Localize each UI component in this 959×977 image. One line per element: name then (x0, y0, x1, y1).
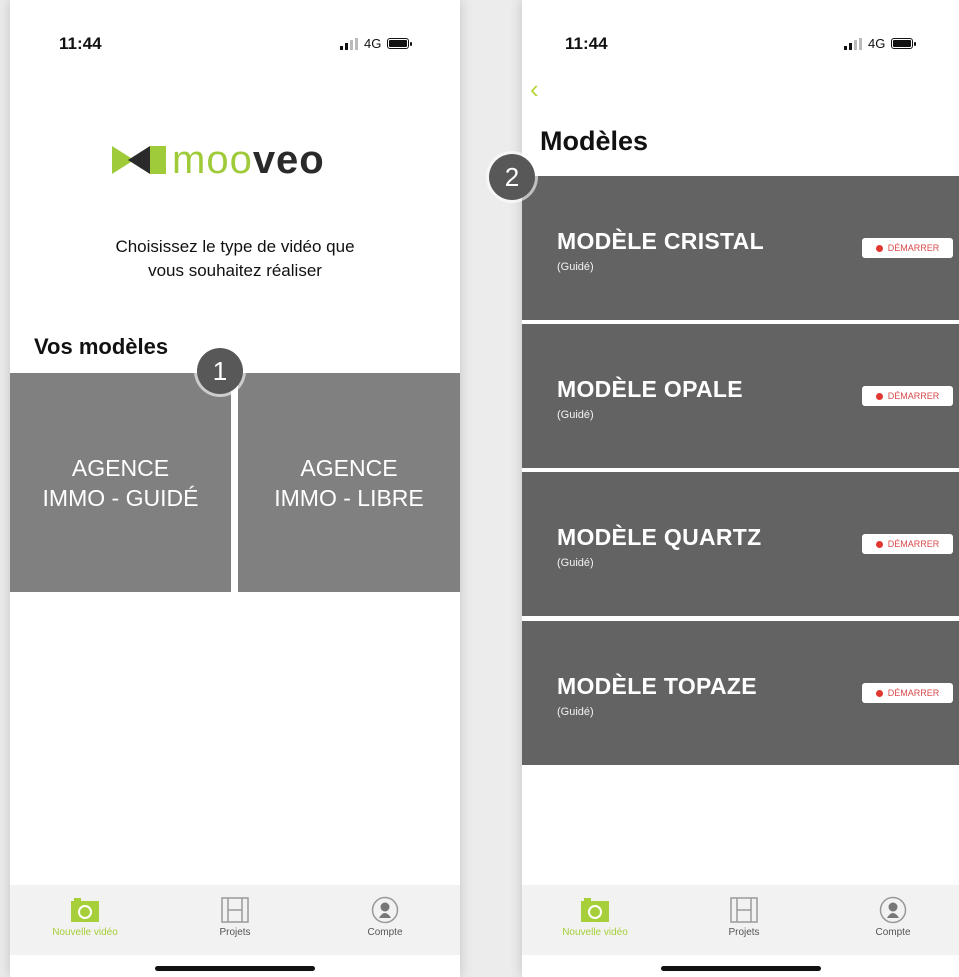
section-title: Vos modèles (34, 334, 169, 359)
start-label: DÉMARRER (887, 539, 940, 549)
template-tile-agence-immo-guide[interactable]: AGENCE IMMO - GUIDÉ (10, 373, 231, 592)
status-time: 11:44 (59, 34, 102, 53)
model-name: MODÈLE QUARTZ (557, 524, 762, 550)
tab-label: Compte (875, 927, 911, 938)
logo-text-bold: veo (252, 138, 325, 182)
record-dot-icon (875, 244, 883, 252)
camera-icon (71, 898, 99, 922)
tab-label: Projets (728, 927, 760, 938)
camera-icon (581, 898, 609, 922)
record-dot-icon (875, 392, 883, 400)
start-label: DÉMARRER (887, 243, 940, 253)
status-indicators: 4G (340, 36, 413, 51)
start-label: DÉMARRER (887, 688, 940, 698)
logo-wordmark: mooveo (172, 140, 325, 180)
tab-nouvelle-video[interactable]: Nouvelle vidéo (25, 893, 145, 938)
status-bar: 11:44 4G (522, 0, 959, 80)
tab-nouvelle-video[interactable]: Nouvelle vidéo (535, 893, 655, 938)
network-label: 4G (868, 36, 886, 51)
tab-bar: Nouvelle vidéo Projets Compte (10, 885, 460, 955)
template-tile-agence-immo-libre[interactable]: AGENCE IMMO - LIBRE (238, 373, 460, 592)
status-bar: 11:44 4G (10, 0, 460, 80)
instruction-line-2: vous souhaitez réaliser (148, 261, 322, 280)
tab-label: Nouvelle vidéo (562, 927, 628, 938)
tab-label: Nouvelle vidéo (52, 927, 118, 938)
tile-label-line-1: AGENCE (71, 454, 170, 481)
tile-label-line-2: IMMO - LIBRE (274, 484, 424, 511)
account-icon (879, 896, 907, 924)
tab-label: Compte (367, 927, 403, 938)
model-name: MODÈLE TOPAZE (557, 673, 757, 699)
start-label: DÉMARRER (887, 391, 940, 401)
network-label: 4G (364, 36, 382, 51)
model-type: (Guidé) (557, 706, 594, 718)
account-icon (371, 896, 399, 924)
model-row-opale[interactable]: MODÈLE OPALE (Guidé) DÉMARRER (522, 324, 959, 468)
logo-mark-icon (112, 146, 166, 174)
model-row-cristal[interactable]: MODÈLE CRISTAL (Guidé) DÉMARRER (522, 176, 959, 320)
battery-icon (891, 38, 917, 49)
tab-projets[interactable]: Projets (175, 893, 295, 938)
status-indicators: 4G (844, 36, 917, 51)
signal-icon (844, 37, 862, 50)
start-button[interactable]: DÉMARRER (862, 238, 953, 258)
tab-projets[interactable]: Projets (684, 893, 804, 938)
model-row-quartz[interactable]: MODÈLE QUARTZ (Guidé) DÉMARRER (522, 472, 959, 616)
model-row-topaze[interactable]: MODÈLE TOPAZE (Guidé) DÉMARRER (522, 621, 959, 765)
step-marker-2: 2 (489, 154, 535, 200)
battery-icon (387, 38, 413, 49)
model-name: MODÈLE OPALE (557, 376, 743, 402)
mooveo-logo: mooveo (110, 140, 325, 180)
tile-label-line-2: IMMO - GUIDÉ (42, 484, 199, 511)
phone-screen-models-list: 11:44 4G ‹ Modèles MODÈLE CRISTAL (Guidé… (522, 0, 959, 977)
record-dot-icon (875, 540, 883, 548)
phone-screen-templates-home: 11:44 4G mooveo Choisissez le type de vi… (10, 0, 460, 977)
logo-text-light: moo (172, 138, 253, 182)
home-indicator (155, 966, 315, 971)
chevron-left-icon[interactable]: ‹ (530, 76, 539, 102)
tab-bar: Nouvelle vidéo Projets Compte (522, 885, 959, 955)
instruction-line-1: Choisissez le type de vidéo que (115, 237, 355, 256)
model-type: (Guidé) (557, 261, 594, 273)
tab-compte[interactable]: Compte (325, 893, 445, 938)
film-icon (730, 897, 758, 923)
start-button[interactable]: DÉMARRER (862, 683, 953, 703)
model-type: (Guidé) (557, 557, 594, 569)
tab-label: Projets (219, 927, 251, 938)
tab-compte[interactable]: Compte (833, 893, 953, 938)
start-button[interactable]: DÉMARRER (862, 534, 953, 554)
instruction-text: Choisissez le type de vidéo que vous sou… (70, 235, 400, 283)
page-title: Modèles (540, 126, 649, 156)
record-dot-icon (875, 689, 883, 697)
film-icon (221, 897, 249, 923)
tile-label-line-1: AGENCE (300, 454, 398, 481)
start-button[interactable]: DÉMARRER (862, 386, 953, 406)
status-time: 11:44 (565, 34, 608, 53)
model-type: (Guidé) (557, 409, 594, 421)
signal-icon (340, 37, 358, 50)
step-marker-1: 1 (197, 348, 243, 394)
model-name: MODÈLE CRISTAL (557, 228, 764, 254)
home-indicator (660, 966, 821, 971)
